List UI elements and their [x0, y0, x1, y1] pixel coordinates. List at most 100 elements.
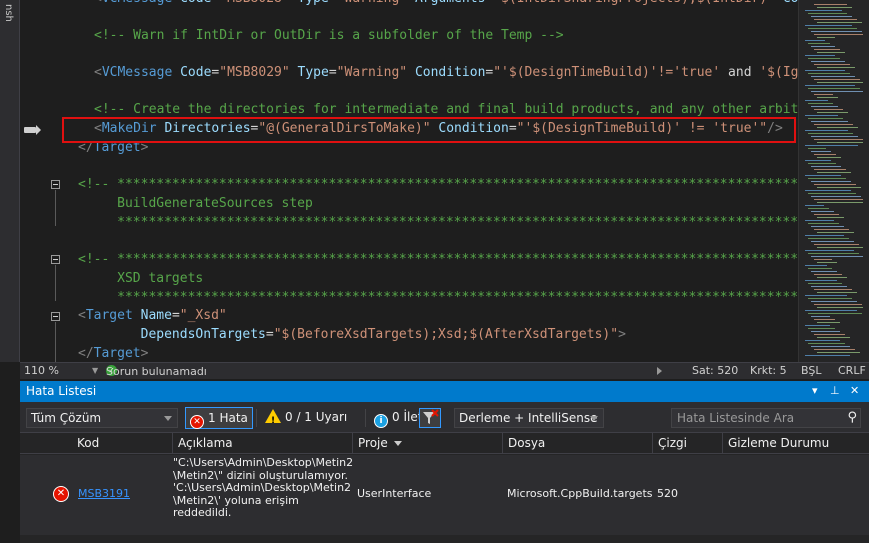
clear-filter-button[interactable]	[419, 408, 441, 428]
zoom-dropdown-icon[interactable]: ▼	[92, 366, 98, 375]
code-line[interactable]: <!-- Warn if IntDir or OutDir is a subfo…	[94, 27, 564, 45]
minimap-stroke	[811, 151, 831, 152]
side-tab-label[interactable]: nsh	[3, 4, 14, 22]
minimap-stroke	[814, 259, 832, 260]
minimap-stroke	[811, 46, 835, 47]
code-line[interactable]: <Target Name="_Xsd"	[78, 307, 227, 325]
scope-select[interactable]: Tüm Çözüm	[26, 408, 178, 428]
code-line[interactable]: <!-- ***********************************…	[78, 251, 798, 269]
panel-title: Hata Listesi	[26, 384, 97, 398]
minimap-stroke	[808, 73, 850, 74]
error-list-panel: Hata Listesi ▾ ⊥ ✕ Tüm Çözüm ✕ 1 Hata 0 /…	[20, 381, 869, 543]
code-editor[interactable]: <VCMessage Code="MSB8028" Type="Warning"…	[20, 0, 798, 362]
toolbar-separator	[365, 409, 366, 427]
minimap-stroke	[808, 253, 859, 254]
editor-status-bar: 110 % ▼ ✓ Sorun bulunamadı Sat: 520 Krkt:…	[20, 362, 869, 379]
minimap-stroke	[817, 52, 845, 53]
code-line[interactable]: <!-- ***********************************…	[78, 176, 798, 194]
minimap-stroke	[805, 160, 831, 161]
code-line[interactable]: XSD targets	[78, 270, 203, 288]
minimap-stroke	[814, 274, 842, 275]
code-line[interactable]: <VCMessage Code="MSB8029" Type="Warning"…	[94, 64, 798, 82]
minimap-stroke	[817, 322, 840, 323]
errors-filter-button[interactable]: ✕ 1 Hata	[185, 407, 253, 429]
error-search-input[interactable]	[672, 409, 840, 427]
window-position-dropdown-icon[interactable]: ▾	[812, 384, 818, 397]
code-line[interactable]: </Target>	[78, 345, 148, 362]
code-token: <!-- Warn if IntDir or OutDir is a subfo…	[94, 28, 564, 43]
column-header-project[interactable]: Proje	[352, 433, 502, 453]
code-token: "Warning"	[336, 65, 408, 80]
minimap-stroke	[817, 202, 863, 203]
table-row[interactable]: ✕ MSB3191 "C:\Users\Admin\Desktop\Metin2…	[20, 455, 869, 535]
code-token: "_Xsd"	[179, 308, 227, 323]
code-token: "$(IntDirSharingProjects);$(IntDir)"	[493, 0, 775, 6]
code-line[interactable]: ****************************************…	[78, 289, 798, 307]
scroll-right-icon[interactable]	[657, 367, 662, 375]
minimap-stroke	[808, 118, 843, 119]
editor-gutter	[20, 0, 72, 362]
minimap-stroke	[817, 37, 835, 38]
column-header-description[interactable]: Açıklama	[172, 433, 352, 453]
error-search-box[interactable]: ⚲	[671, 408, 861, 428]
fold-guide	[55, 265, 56, 301]
current-line-arrow-icon	[24, 125, 41, 135]
code-token: XSD targets	[78, 271, 204, 286]
minimap-stroke	[811, 181, 851, 182]
minimap-stroke	[817, 127, 858, 128]
minimap-stroke	[817, 112, 848, 113]
code-token: <	[78, 308, 86, 323]
code-token: =	[329, 0, 337, 6]
code-token: VCMessage	[102, 0, 172, 6]
column-header-file[interactable]: Dosya	[502, 433, 652, 453]
error-code-link[interactable]: MSB3191	[78, 487, 130, 500]
code-token: <!-- ***********************************…	[78, 177, 798, 192]
code-token: Name	[140, 308, 172, 323]
pin-icon[interactable]: ⊥	[830, 384, 840, 397]
code-line[interactable]: DependsOnTargets="$(BeforeXsdTargets);Xs…	[78, 326, 626, 344]
code-line[interactable]: ****************************************…	[78, 214, 798, 232]
code-line[interactable]: <VCMessage Code="MSB8028" Type="Warning"…	[94, 0, 798, 8]
minimap-stroke	[811, 31, 862, 32]
minimap-stroke	[811, 241, 854, 242]
minimap-stroke	[808, 28, 857, 29]
minimap-stroke	[805, 100, 828, 101]
code-line[interactable]: BuildGenerateSources step	[78, 195, 313, 213]
warnings-filter-button[interactable]: 0 / 1 Uyarı	[261, 407, 351, 431]
sort-descending-icon	[393, 441, 402, 446]
zoom-level[interactable]: 110 %	[24, 364, 59, 377]
minimap-stroke	[814, 4, 847, 5]
minimap-stroke	[817, 232, 854, 233]
fold-toggle-icon[interactable]	[51, 180, 60, 189]
chevron-down-icon	[164, 416, 172, 421]
minimap-stroke	[805, 55, 835, 56]
minimap-stroke	[814, 154, 836, 155]
fold-toggle-icon[interactable]	[51, 255, 60, 264]
minimap-stroke	[811, 121, 848, 122]
line-ending[interactable]: CRLF	[838, 364, 866, 377]
minimap-stroke	[817, 187, 861, 188]
minimap-stroke	[814, 109, 843, 110]
column-header-suppression[interactable]: Gizleme Durumu	[722, 433, 852, 453]
minimap-scrollbar[interactable]	[798, 0, 869, 362]
search-icon[interactable]: ⚲	[847, 410, 857, 425]
error-list-toolbar: Tüm Çözüm ✕1 Hata 0 / 1 Uyarı i0 İleti D…	[20, 402, 869, 432]
code-token: "MSB8028"	[219, 0, 289, 6]
column-header-line[interactable]: Çizgi	[652, 433, 722, 453]
fold-toggle-icon[interactable]	[51, 312, 60, 321]
side-tool-strip[interactable]: nsh	[0, 0, 20, 362]
minimap-stroke	[811, 256, 863, 257]
minimap-stroke	[808, 328, 835, 329]
column-header-code[interactable]: Kod	[72, 433, 172, 453]
minimap-stroke	[805, 10, 842, 11]
minimap-stroke	[811, 301, 857, 302]
build-source-select[interactable]: Derleme + IntelliSense	[454, 408, 604, 428]
code-token: '$(Ig	[759, 65, 798, 80]
minimap-stroke	[817, 217, 844, 218]
minimap-stroke	[808, 343, 845, 344]
code-token: >	[618, 327, 626, 342]
close-icon[interactable]: ✕	[850, 384, 859, 397]
error-list-footer	[20, 535, 869, 543]
minimap-stroke	[814, 214, 839, 215]
